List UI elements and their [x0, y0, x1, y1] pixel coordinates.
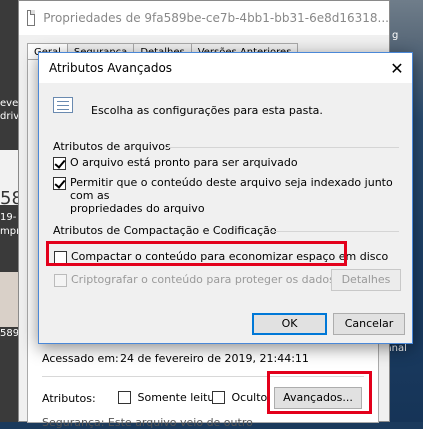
attributes-label: Atributos: [42, 392, 96, 405]
advanced-dialog-body: Escolha as configurações para esta pasta… [39, 83, 412, 343]
desktop-label: g [392, 30, 399, 41]
index-label: Permitir que o conteúdo deste arquivo se… [70, 176, 412, 215]
intro-text: Escolha as configurações para esta pasta… [91, 104, 323, 117]
hidden-label: Oculto [231, 390, 268, 404]
archive-option[interactable]: O arquivo está pronto para ser arquivado [53, 156, 298, 170]
encrypt-label: Criptografar o conteúdo para proteger os… [71, 273, 335, 286]
advanced-attributes-dialog: Atributos Avançados ✕ Escolha as configu… [38, 52, 413, 344]
compress-option-highlight [46, 241, 347, 266]
properties-title-bar[interactable]: Propriedades de 9fa589be-ce7b-4bb1-bb31-… [19, 1, 389, 35]
desktop-label: 19- [0, 212, 17, 223]
advanced-title-bar[interactable]: Atributos Avançados ✕ [39, 53, 412, 83]
cancel-button[interactable]: Cancelar [333, 313, 405, 335]
accessed-value: 24 de fevereiro de 2019, 21:44:11 [120, 352, 309, 365]
document-icon [27, 10, 36, 26]
index-option[interactable]: Permitir que o conteúdo deste arquivo se… [53, 176, 412, 215]
folder-settings-icon [53, 97, 73, 113]
archive-checkbox[interactable] [53, 157, 66, 170]
desktop-label: eve [0, 98, 19, 109]
compress-group-label: Atributos de Compactação e Codificação [53, 224, 277, 237]
details-button[interactable]: Detalhes [331, 269, 401, 291]
hidden-option[interactable]: Oculto [212, 390, 267, 404]
group-separator [271, 231, 399, 232]
advanced-button-highlight [267, 371, 372, 414]
encrypt-checkbox[interactable] [54, 274, 67, 287]
properties-title: Propriedades de 9fa589be-ce7b-4bb1-bb31-… [43, 11, 389, 25]
encrypt-option[interactable]: Criptografar o conteúdo para proteger os… [54, 273, 335, 287]
desktop-label: 589 [0, 328, 20, 339]
group-separator [167, 147, 399, 148]
close-icon[interactable]: ✕ [382, 53, 412, 83]
index-checkbox[interactable] [53, 177, 66, 190]
index-label-line1: Permitir que o conteúdo deste arquivo se… [70, 176, 393, 202]
readonly-option[interactable]: Somente leitura [118, 390, 226, 404]
index-label-line2: propriedades do arquivo [70, 202, 205, 215]
security-text: Segurança: Este arquivo veio de outro [42, 416, 253, 429]
ok-button[interactable]: OK [252, 313, 327, 335]
accessed-label: Acessado em: [42, 352, 119, 365]
readonly-checkbox[interactable] [118, 390, 131, 404]
hidden-checkbox[interactable] [212, 390, 225, 404]
file-attributes-group-label: Atributos de arquivos [53, 140, 171, 153]
archive-label: O arquivo está pronto para ser arquivado [70, 156, 298, 169]
advanced-dialog-title: Atributos Avançados [49, 61, 173, 75]
